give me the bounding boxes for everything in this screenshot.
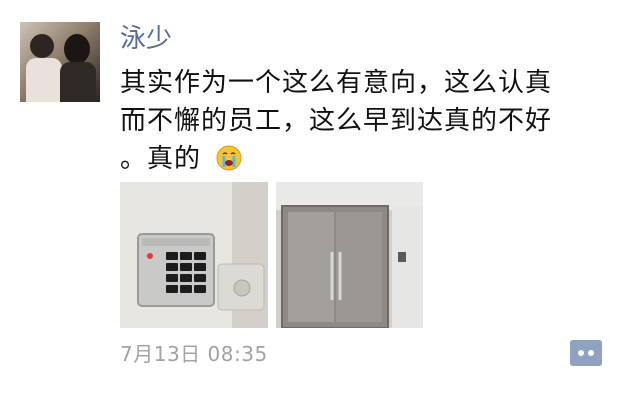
avatar-face-left xyxy=(30,34,54,58)
keypad-door-lock-photo[interactable] xyxy=(120,182,268,328)
avatar-body-right xyxy=(60,62,96,102)
post-timestamp: 7月13日 08:35 xyxy=(120,342,268,366)
post-text-segment: 。真的 xyxy=(120,144,202,174)
post-text-line: 。真的 xyxy=(120,140,620,178)
moments-post: 泳少 其实作为一个这么有意向，这么认真 而不懈的员工，这么早到达真的不好 。真的 xyxy=(0,0,633,406)
author-name[interactable]: 泳少 xyxy=(120,22,172,56)
post-text-line: 而不懈的员工，这么早到达真的不好 xyxy=(120,106,553,136)
avatar-face-right xyxy=(64,34,90,64)
avatar-body-left xyxy=(26,58,62,102)
crying-face-icon xyxy=(216,145,242,171)
glass-door-illustration xyxy=(276,182,423,328)
comment-icon xyxy=(570,340,602,366)
avatar[interactable] xyxy=(20,22,100,102)
post-text-line: 其实作为一个这么有意向，这么认真 xyxy=(120,68,553,98)
glass-office-door-photo[interactable] xyxy=(276,182,423,328)
post-text: 其实作为一个这么有意向，这么认真 而不懈的员工，这么早到达真的不好 。真的 xyxy=(120,64,620,178)
keypad-lock-illustration xyxy=(120,182,268,328)
comment-button[interactable] xyxy=(570,340,602,366)
